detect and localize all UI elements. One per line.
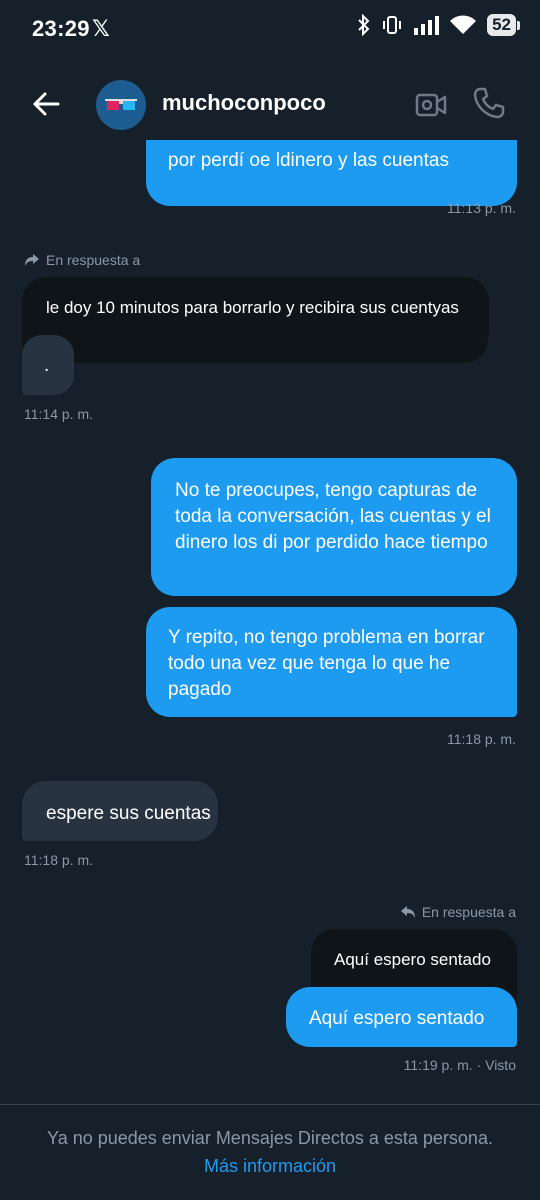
message-text: espere sus cuentas — [46, 803, 211, 824]
phone-call-icon[interactable] — [472, 86, 506, 120]
wifi-icon — [450, 15, 477, 34]
battery-indicator: 52 — [487, 14, 520, 36]
message-text: Aquí espero sentado — [334, 950, 491, 969]
vibrate-icon — [383, 16, 402, 34]
video-call-icon[interactable] — [414, 88, 448, 122]
message-text: le doy 10 minutos para borrarlo y recibi… — [46, 298, 459, 317]
message-bubble-incoming[interactable]: . — [22, 335, 74, 395]
status-time: 23:29 — [32, 16, 90, 41]
message-bubble-outgoing[interactable]: por perdí oe ldinero y las cuentas — [146, 140, 517, 206]
reply-arrow-icon — [400, 906, 415, 918]
message-text: Y repito, no tengo problema en borrar to… — [168, 627, 485, 700]
dm-disabled-notice: Ya no puedes enviar Mensajes Directos a … — [47, 1128, 493, 1148]
message-bubble-outgoing[interactable]: Y repito, no tengo problema en borrar to… — [146, 607, 517, 717]
status-icons: 52 — [357, 14, 520, 36]
message-timestamp: 11:13 p. m. — [446, 200, 516, 216]
back-arrow-icon[interactable] — [28, 86, 64, 122]
message-bubble-outgoing[interactable]: Aquí espero sentado — [286, 987, 517, 1047]
signal-icon — [414, 16, 440, 35]
reply-indicator: En respuesta a — [24, 252, 140, 268]
reply-indicator: En respuesta a — [400, 904, 516, 920]
conversation-handle[interactable]: muchoconpoco — [162, 90, 326, 116]
footer-divider — [0, 1104, 540, 1105]
message-timestamp: 11:14 p. m. — [24, 406, 94, 422]
message-text: por perdí oe ldinero y las cuentas — [168, 150, 449, 171]
message-text: Aquí espero sentado — [309, 1008, 485, 1029]
reply-arrow-icon — [25, 254, 39, 266]
message-bubble-outgoing[interactable]: No te preocupes, tengo capturas de toda … — [151, 458, 517, 596]
message-text: . — [44, 355, 50, 376]
3d-glasses-icon — [105, 99, 137, 110]
message-timestamp: 11:18 p. m. — [24, 852, 94, 868]
reply-label-text: En respuesta a — [421, 904, 516, 920]
avatar[interactable] — [96, 80, 146, 130]
message-timestamp: 11:18 p. m. — [446, 731, 516, 747]
more-info-link[interactable]: Más información — [0, 1156, 540, 1177]
message-timestamp: 11:19 p. m. · Visto — [403, 1057, 516, 1073]
quoted-message-tail — [22, 335, 488, 363]
message-bubble-incoming[interactable]: espere sus cuentas — [22, 781, 218, 841]
message-text: No te preocupes, tengo capturas de toda … — [175, 480, 491, 553]
reply-label-text: En respuesta a — [46, 252, 141, 268]
x-logo-icon: 𝕏 — [92, 16, 110, 41]
bluetooth-icon — [358, 14, 370, 36]
